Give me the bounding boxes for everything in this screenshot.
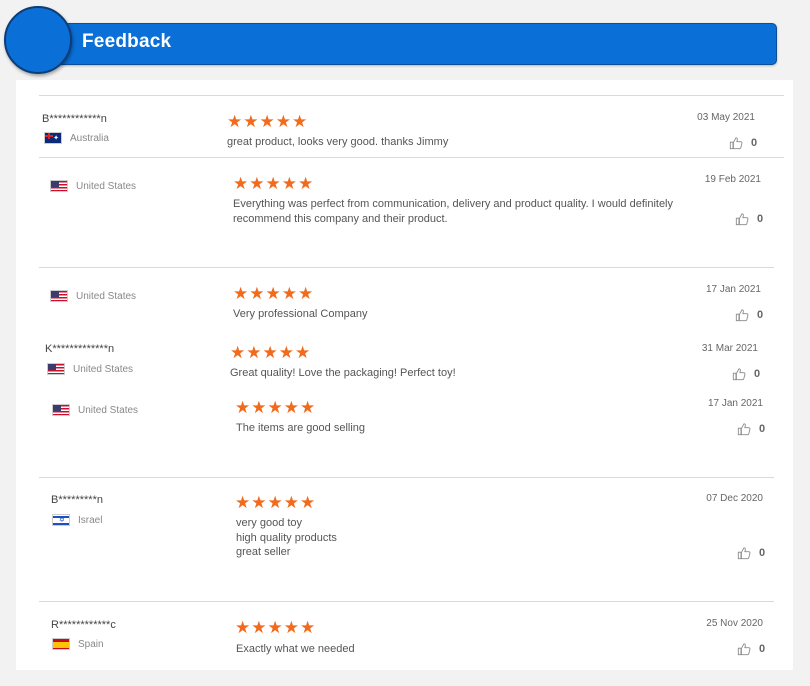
thumbs-up-icon [735, 309, 749, 322]
reviewer-country: United States [50, 290, 136, 302]
review-date: 03 May 2021 [697, 112, 755, 123]
star-rating: ★★★★★ [227, 112, 309, 131]
like-count: 0 [757, 213, 764, 225]
like-button[interactable]: 0 [735, 212, 763, 226]
review-text: Very professional Company [233, 308, 368, 320]
reviewer-name: B*********n [51, 494, 103, 506]
reviewer-country: United States [50, 180, 136, 192]
israel-flag-icon [52, 514, 70, 526]
like-button[interactable]: 0 [735, 308, 763, 322]
us-flag-icon [50, 290, 68, 302]
spain-flag-icon [52, 638, 70, 650]
thumbs-up-icon [735, 213, 749, 226]
reviewer-name: B************n [42, 113, 107, 125]
like-button[interactable]: 0 [732, 367, 760, 381]
like-button[interactable]: 0 [737, 642, 765, 656]
country-label: Israel [78, 514, 103, 526]
thumbs-up-icon [737, 423, 751, 436]
divider [39, 477, 774, 478]
review-date: 17 Jan 2021 [705, 284, 761, 295]
header-circle-logo [4, 6, 72, 74]
like-button[interactable]: 0 [737, 422, 765, 436]
like-button[interactable]: 0 [729, 136, 757, 150]
star-rating: ★★★★★ [235, 493, 317, 512]
star-rating: ★★★★★ [233, 284, 315, 303]
like-count: 0 [759, 643, 766, 655]
reviewer-name: K*************n [45, 343, 115, 355]
divider [39, 157, 784, 158]
star-rating: ★★★★★ [230, 343, 312, 362]
country-label: United States [73, 363, 134, 375]
page-title: Feedback [82, 31, 172, 52]
like-button[interactable]: 0 [737, 546, 765, 560]
like-count: 0 [751, 137, 758, 149]
country-label: United States [76, 180, 137, 192]
us-flag-icon [52, 404, 70, 416]
star-rating: ★★★★★ [235, 398, 317, 417]
review-date: 31 Mar 2021 [701, 343, 758, 354]
reviewer-name: R************c [51, 619, 116, 631]
thumbs-up-icon [737, 643, 751, 656]
country-label: United States [76, 290, 137, 302]
review-text: great product, looks very good. thanks J… [227, 136, 449, 148]
like-count: 0 [754, 368, 761, 380]
reviewer-country: Australia [44, 132, 109, 144]
reviewer-country: Israel [52, 514, 102, 526]
like-count: 0 [757, 309, 764, 321]
reviewer-country: Spain [52, 638, 104, 650]
like-count: 0 [759, 423, 766, 435]
review-text: Everything was perfect from communicatio… [233, 198, 674, 225]
divider [39, 601, 774, 602]
review-text: Exactly what we needed [236, 643, 355, 655]
review-date: 17 Jan 2021 [707, 398, 763, 409]
us-flag-icon [47, 363, 65, 375]
review-date: 07 Dec 2020 [706, 493, 763, 504]
thumbs-up-icon [732, 368, 746, 381]
country-label: Spain [78, 638, 104, 650]
country-label: Australia [70, 132, 109, 144]
review-text: very good toy high quality products grea… [236, 517, 337, 558]
australia-flag-icon [44, 132, 62, 144]
us-flag-icon [50, 180, 68, 192]
divider [39, 267, 774, 268]
thumbs-up-icon [737, 547, 751, 560]
like-count: 0 [759, 547, 766, 559]
review-date: 19 Feb 2021 [704, 174, 761, 185]
review-text: Great quality! Love the packaging! Perfe… [230, 367, 456, 379]
reviewer-country: United States [47, 363, 133, 375]
thumbs-up-icon [729, 137, 743, 150]
divider [39, 95, 784, 96]
reviewer-country: United States [52, 404, 138, 416]
review-date: 25 Nov 2020 [706, 618, 763, 629]
star-rating: ★★★★★ [235, 618, 317, 637]
star-rating: ★★★★★ [233, 174, 315, 193]
review-text: The items are good selling [236, 422, 366, 434]
country-label: United States [78, 404, 139, 416]
